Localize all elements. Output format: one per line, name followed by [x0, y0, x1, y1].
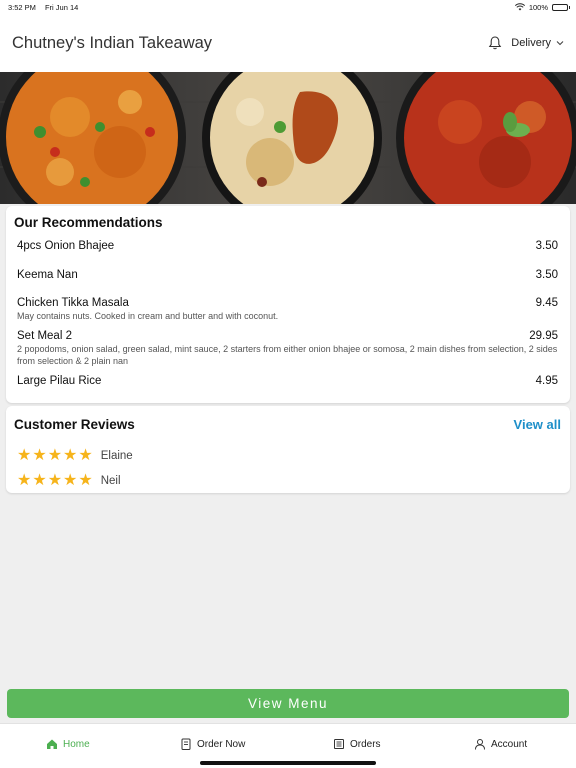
item-price: 3.50	[535, 269, 558, 281]
star-icon: ★	[32, 472, 47, 489]
chevron-down-icon	[556, 41, 564, 46]
star-icon: ★	[32, 447, 47, 464]
star-rating: ★ ★ ★ ★ ★	[17, 448, 93, 464]
reviews-card: Customer Reviews View all ★ ★ ★ ★ ★ Elai…	[6, 406, 570, 493]
star-rating: ★ ★ ★ ★ ★	[17, 473, 93, 489]
hero-food-image	[0, 72, 576, 204]
item-price: 29.95	[529, 330, 558, 342]
recommendation-item[interactable]: Set Meal 2 29.95 2 popodoms, onion salad…	[17, 330, 558, 367]
item-price: 9.45	[535, 297, 558, 309]
tab-order-now[interactable]: Order Now	[180, 738, 245, 750]
review-item[interactable]: ★ ★ ★ ★ ★ Elaine	[17, 448, 133, 464]
item-name: Keema Nan	[17, 269, 78, 281]
tab-account[interactable]: Account	[474, 738, 527, 750]
delivery-selector[interactable]: Delivery	[511, 37, 564, 49]
item-price: 3.50	[535, 240, 558, 252]
review-item[interactable]: ★ ★ ★ ★ ★ Neil	[17, 473, 121, 489]
battery-icon	[552, 3, 570, 11]
item-description: May contains nuts. Cooked in cream and b…	[17, 311, 279, 321]
delivery-label: Delivery	[511, 37, 551, 49]
status-time: 3:52 PM	[8, 2, 36, 12]
receipt-icon	[334, 739, 344, 749]
item-name: Set Meal 2	[17, 330, 72, 342]
star-icon: ★	[47, 447, 63, 464]
account-icon	[475, 739, 485, 750]
food-banner-illustration	[0, 72, 576, 204]
item-name: Chicken Tikka Masala	[17, 297, 129, 309]
view-all-link[interactable]: View all	[514, 417, 561, 432]
app-header: Chutney's Indian Takeaway Delivery	[0, 14, 576, 72]
page-title: Chutney's Indian Takeaway	[12, 33, 213, 52]
status-bar: 3:52 PM Fri Jun 14 100%	[0, 0, 576, 14]
item-name: 4pcs Onion Bhajee	[17, 240, 115, 252]
home-indicator	[200, 761, 376, 765]
reviewer-name: Neil	[100, 475, 121, 487]
wifi-icon	[514, 3, 525, 11]
recommendations-card: Our Recommendations 4pcs Onion Bhajee 3.…	[6, 206, 570, 403]
item-name: Large Pilau Rice	[17, 375, 102, 387]
star-icon: ★	[17, 447, 32, 464]
tab-home[interactable]: Home	[46, 738, 90, 750]
view-menu-button[interactable]: View Menu	[7, 689, 569, 718]
tab-label: Orders	[350, 738, 381, 750]
reviewer-name: Elaine	[100, 450, 133, 462]
recommendation-item[interactable]: Keema Nan 3.50	[17, 269, 558, 281]
tab-label: Account	[491, 738, 528, 750]
star-icon: ★	[78, 447, 93, 464]
star-icon: ★	[63, 447, 78, 464]
tab-label: Order Now	[197, 738, 246, 750]
tab-orders[interactable]: Orders	[333, 738, 381, 750]
star-icon: ★	[78, 472, 93, 489]
star-icon: ★	[63, 472, 78, 489]
home-icon	[47, 739, 57, 749]
bottom-tab-bar: Home Order Now Orders Account	[0, 723, 576, 768]
recommendation-item[interactable]: Chicken Tikka Masala 9.45 May contains n…	[17, 297, 558, 322]
tab-label: Home	[63, 738, 90, 750]
recommendation-item[interactable]: 4pcs Onion Bhajee 3.50	[17, 240, 558, 252]
reviews-title: Customer Reviews	[14, 417, 135, 432]
recommendation-item[interactable]: Large Pilau Rice 4.95	[17, 375, 558, 387]
item-price: 4.95	[535, 375, 558, 387]
status-date: Fri Jun 14	[44, 2, 79, 12]
order-icon	[181, 738, 191, 750]
star-icon: ★	[17, 472, 32, 489]
star-icon: ★	[47, 472, 63, 489]
bell-icon[interactable]	[487, 35, 503, 51]
item-description: 2 popodoms, onion salad, green salad, mi…	[17, 344, 558, 366]
recommendations-title: Our Recommendations	[14, 215, 163, 230]
battery-percent: 100%	[528, 2, 548, 12]
